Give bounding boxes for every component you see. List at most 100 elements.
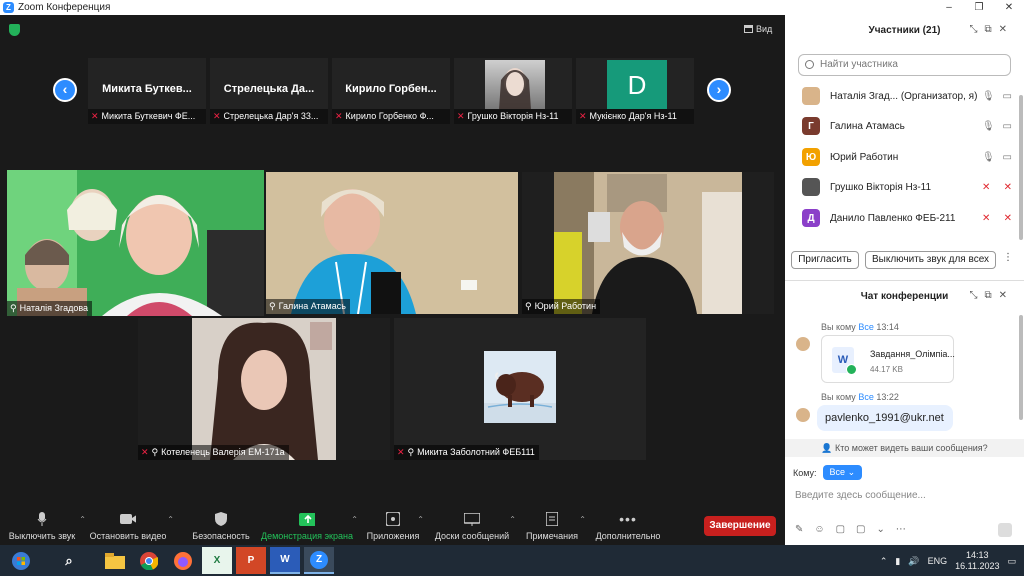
strip-video-tile[interactable]: D ✕ Мукієнко Дар'я Нз-11 <box>576 58 694 124</box>
share-screen-icon <box>299 512 315 526</box>
zoom-window: Z Zoom Конференция – ❐ ✕ Вид ‹ › Микита … <box>0 0 1024 576</box>
chevron-up-icon[interactable]: ⌃ <box>167 515 174 524</box>
chrome-icon[interactable] <box>134 547 164 574</box>
volume-icon[interactable]: 🔊 <box>908 556 919 567</box>
window-title: Zoom Конференция <box>18 2 111 13</box>
share-screen-button[interactable]: Демонстрация экрана ⌃ <box>260 505 358 545</box>
muted-mic-icon: ✕ <box>982 212 991 224</box>
pin-icon: ⚲ <box>269 301 276 311</box>
chat-window-icons[interactable]: ⤡⧉✕ <box>969 290 1014 301</box>
person-icon: 👤 <box>821 443 833 453</box>
muted-mic-icon: ✕ <box>982 181 991 193</box>
clock[interactable]: 14:13 16.11.2023 <box>955 550 999 572</box>
recipient-link[interactable]: Все <box>858 392 874 402</box>
chevron-up-icon[interactable]: ⌃ <box>351 515 358 524</box>
send-icon[interactable] <box>998 523 1012 537</box>
participant-avatar <box>802 178 820 196</box>
chat-message: pavlenko_1991@ukr.net <box>817 405 953 431</box>
participants-scrollbar[interactable] <box>1019 95 1023 240</box>
participant-row[interactable]: Г Галина Атамась 🎙 ▭ <box>802 116 1012 136</box>
participant-caption: ✕ ⚲ Микита Заболотний ФЕБ111 <box>394 445 539 460</box>
video-off-icon: ✕ <box>1003 212 1012 224</box>
participant-row[interactable]: Ю Юрий Работин 🎙 ▭ <box>802 147 1012 167</box>
video-tile[interactable]: ✕ ⚲ Микита Заболотний ФЕБ111 <box>394 318 646 460</box>
video-feed <box>554 172 742 314</box>
more-button[interactable]: ••• Дополнительно <box>592 505 664 545</box>
file-attachment[interactable]: W Завдання_Олімпіа... 44.17 KB <box>821 335 955 383</box>
security-button[interactable]: Безопасность <box>189 505 253 545</box>
search-icon[interactable]: ⌕ <box>54 547 84 574</box>
chevron-up-icon[interactable]: ⌃ <box>509 515 516 524</box>
notifications-icon[interactable]: ▭ <box>1007 556 1016 567</box>
person-photo-icon <box>499 68 531 110</box>
start-button[interactable] <box>6 547 36 574</box>
close-icon[interactable]: ✕ <box>994 0 1024 15</box>
powerpoint-icon[interactable]: P <box>236 547 266 574</box>
lang-indicator[interactable]: ENG <box>928 556 948 566</box>
encryption-shield-icon[interactable] <box>9 24 20 36</box>
panel-window-icons[interactable]: ⤡⧉✕ <box>969 24 1014 35</box>
muted-mic-icon: ✕ <box>579 111 587 121</box>
file-explorer-icon[interactable] <box>100 547 130 574</box>
chat-scrollbar[interactable] <box>1019 315 1023 420</box>
bison-avatar-icon <box>484 351 556 423</box>
video-off-icon: ✕ <box>1003 181 1012 193</box>
end-meeting-button[interactable]: Завершение <box>704 516 776 536</box>
participant-row[interactable]: Грушко Вікторія Нз-11 ✕ ✕ <box>802 177 1012 197</box>
chat-tools[interactable]: ✎☺▢▢⌄⋯ <box>795 524 917 535</box>
chevron-up-icon[interactable]: ⌃ <box>579 515 586 524</box>
mute-button[interactable]: Выключить звук ⌃ <box>6 505 86 545</box>
muted-mic-icon: ✕ <box>213 111 221 121</box>
video-tile[interactable]: ⚲ Галина Атамась <box>266 172 518 314</box>
camera-icon: ▭ <box>1002 90 1012 102</box>
zoom-taskbar-icon[interactable]: Z <box>304 547 334 574</box>
camera-icon: ▭ <box>1002 120 1012 132</box>
whiteboards-button[interactable]: Доски сообщений ⌃ <box>432 505 516 545</box>
meeting-toolbar: Выключить звук ⌃ Остановить видео ⌃ Безо… <box>0 505 785 545</box>
participant-row[interactable]: Д Данило Павленко ФЕБ-211 ✕ ✕ <box>802 208 1012 228</box>
chevron-up-icon[interactable]: ⌃ <box>79 515 86 524</box>
participant-search-input[interactable]: Найти участника <box>798 54 1011 76</box>
view-button[interactable]: Вид <box>744 24 772 34</box>
chevron-up-icon[interactable]: ⌃ <box>417 515 424 524</box>
strip-video-tile[interactable]: ✕ Грушко Вікторія Нз-11 <box>454 58 572 124</box>
video-tile-active-speaker[interactable]: ⚲ Наталія Згадова <box>7 170 264 316</box>
sender-avatar <box>796 408 810 422</box>
video-tile[interactable]: ✕ ⚲ Котеленець Валерія ЕМ-171а <box>138 318 390 460</box>
recipient-link[interactable]: Все <box>858 322 874 332</box>
mute-all-button[interactable]: Выключить звук для всех <box>865 251 996 269</box>
strip-video-tile[interactable]: Кирило Горбен... ✕ Кирило Горбенко Ф... <box>332 58 450 124</box>
participant-row[interactable]: Наталія Згад... (Организатор, я) 🎙 ▭ <box>802 86 1012 106</box>
search-icon <box>805 60 814 69</box>
recipient-select[interactable]: Все ⌄ <box>822 465 863 480</box>
message-visibility-link[interactable]: 👤 Кто может видеть ваши сообщения? <box>785 439 1024 457</box>
strip-video-tile[interactable]: Стрелецька Да... ✕ Стрелецька Дар'я 33... <box>210 58 328 124</box>
strip-video-tile[interactable]: Микита Буткев... ✕ Микита Буткевич ФЕ... <box>88 58 206 124</box>
firefox-icon[interactable] <box>168 547 198 574</box>
excel-icon[interactable]: X <box>202 547 232 574</box>
participant-caption: ✕ Микита Буткевич ФЕ... <box>88 109 206 124</box>
pin-icon: ⚲ <box>10 303 17 313</box>
camera-icon: ▭ <box>1002 151 1012 163</box>
invite-button[interactable]: Пригласить <box>791 251 859 269</box>
microphone-icon: 🎙 <box>982 120 995 132</box>
participant-avatar: Г <box>802 117 820 135</box>
pin-icon: ⚲ <box>525 301 532 311</box>
word-icon[interactable]: W <box>270 547 300 574</box>
zoom-logo-icon: Z <box>3 2 14 13</box>
stop-video-button[interactable]: Остановить видео ⌃ <box>88 505 174 545</box>
network-icon[interactable]: ▮ <box>895 556 900 567</box>
tray-expand-icon[interactable]: ⌃ <box>880 556 888 567</box>
video-tile[interactable]: ⚲ Юрий Работин <box>522 172 774 314</box>
notes-button[interactable]: Примечания ⌃ <box>522 505 586 545</box>
maximize-icon[interactable]: ❐ <box>964 0 994 15</box>
participant-caption: ⚲ Наталія Згадова <box>7 301 93 316</box>
next-page-button[interactable]: › <box>707 78 731 102</box>
chat-input[interactable]: Введите здесь сообщение... <box>795 490 926 501</box>
more-options-icon[interactable]: ⋮ <box>1003 252 1013 263</box>
minimize-icon[interactable]: – <box>934 0 964 15</box>
participant-avatar: Д <box>802 209 820 227</box>
apps-button[interactable]: Приложения ⌃ <box>364 505 424 545</box>
video-feed <box>266 172 518 314</box>
prev-page-button[interactable]: ‹ <box>53 78 77 102</box>
